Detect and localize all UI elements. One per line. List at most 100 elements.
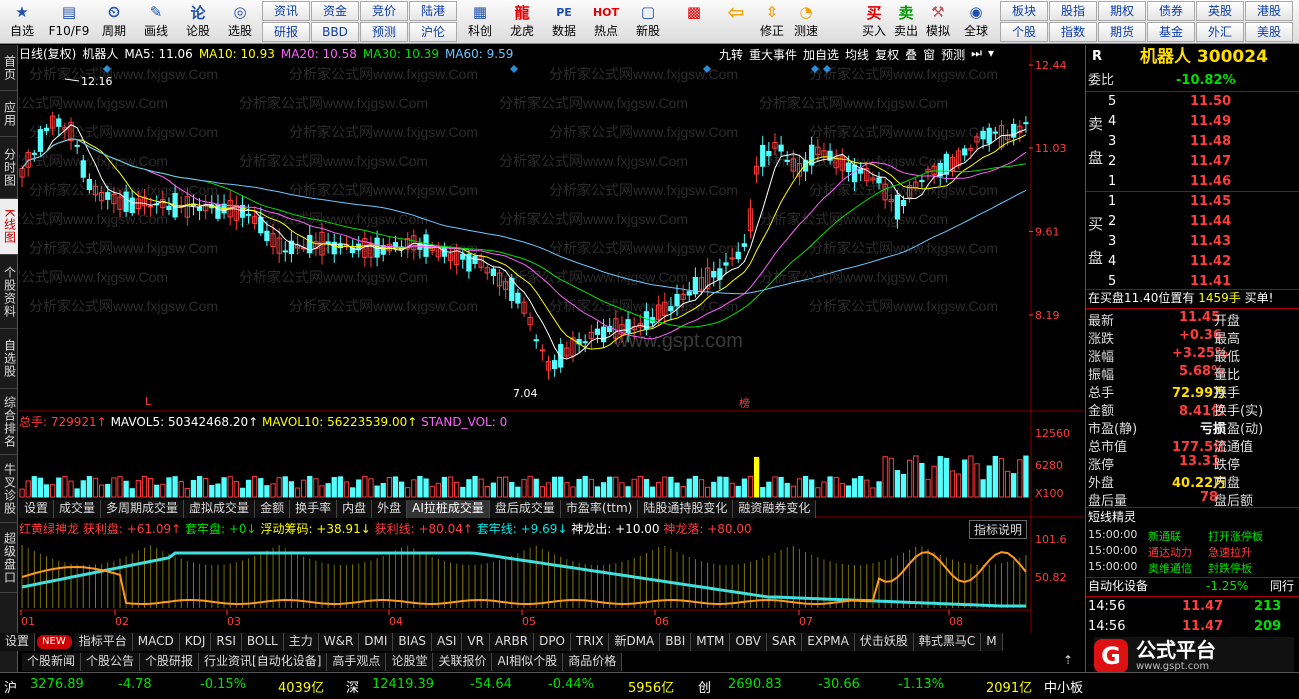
left-tab-apps[interactable]: 应用 bbox=[0, 91, 18, 137]
news-tab-research[interactable]: 个股研报 bbox=[140, 653, 200, 671]
toolbar-fix-button[interactable]: ⇳ 修正 bbox=[756, 1, 788, 42]
sub-tab-amount[interactable]: 金额 bbox=[255, 500, 291, 518]
news-tab-stock-news[interactable]: 个股新闻 bbox=[22, 653, 82, 671]
sub-tab-hk-connect[interactable]: 陆股通持股变化 bbox=[638, 500, 734, 518]
ind-tab-vr[interactable]: VR bbox=[462, 633, 490, 651]
sector-peer-button[interactable]: 同行 bbox=[1270, 577, 1294, 595]
ind-tab-kdj[interactable]: KDJ bbox=[179, 633, 212, 651]
grid-b-5[interactable]: 港股 bbox=[1245, 1, 1293, 21]
collapse-icon[interactable]: ⇡ bbox=[1058, 653, 1078, 671]
expand-icon[interactable]: ⏭ bbox=[971, 46, 982, 63]
left-tab-timeshare[interactable]: 分时图 bbox=[0, 137, 18, 199]
toolbar-draw-button[interactable]: ✎ 画线 bbox=[136, 1, 176, 42]
ind-tab-bias[interactable]: BIAS bbox=[393, 633, 433, 651]
grid-b-3[interactable]: 债券 bbox=[1147, 1, 1195, 21]
toolbar-longhu-button[interactable]: 龍 龙虎 bbox=[502, 1, 542, 42]
sub-tab-virtual[interactable]: 虚拟成交量 bbox=[184, 500, 256, 518]
grid-a-6[interactable]: 预测 bbox=[360, 22, 408, 42]
ind-tab-arbr[interactable]: ARBR bbox=[489, 633, 535, 651]
toolbar-newstock-button[interactable]: ▢ 新股 bbox=[628, 1, 668, 42]
ind-tab-wr[interactable]: W&R bbox=[318, 633, 360, 651]
grid-b-8[interactable]: 期货 bbox=[1098, 22, 1146, 42]
tool-add-watch[interactable]: 加自选 bbox=[803, 46, 839, 63]
ind-tab-boll[interactable]: BOLL bbox=[241, 633, 284, 651]
left-tab-watchlist[interactable]: 自选股 bbox=[0, 329, 18, 389]
tool-forecast[interactable]: 预测 bbox=[941, 46, 965, 63]
left-tab-ranking[interactable]: 综合排名 bbox=[0, 389, 18, 455]
sub-tab-pe[interactable]: 市盈率(ttm) bbox=[560, 500, 639, 518]
sub-tab-inner[interactable]: 内盘 bbox=[337, 500, 373, 518]
sub-tab-turnover[interactable]: 换手率 bbox=[290, 500, 338, 518]
ind-tab-more[interactable]: M bbox=[981, 633, 1003, 651]
ind-tab-rsi[interactable]: RSI bbox=[211, 633, 242, 651]
news-tab-related[interactable]: 关联报价 bbox=[433, 653, 493, 671]
news-tab-commodity[interactable]: 商品价格 bbox=[563, 653, 623, 671]
grid-a-0[interactable]: 资讯 bbox=[262, 1, 310, 21]
grid-a-1[interactable]: 资金 bbox=[311, 1, 359, 21]
board-switch[interactable]: 中小板 bbox=[1044, 677, 1083, 696]
ind-tab-macd[interactable]: MACD bbox=[132, 633, 180, 651]
grid-b-4[interactable]: 英股 bbox=[1196, 1, 1244, 21]
tool-window[interactable]: 窗 bbox=[923, 46, 935, 63]
ind-tab-ambush[interactable]: 伏击妖股 bbox=[854, 633, 914, 651]
ind-tab-trix[interactable]: TRIX bbox=[571, 633, 610, 651]
news-tab-forum[interactable]: 论股堂 bbox=[386, 653, 434, 671]
ind-tab-korean[interactable]: 韩式黑马C bbox=[913, 633, 982, 651]
sub-tab-outer[interactable]: 外盘 bbox=[372, 500, 408, 518]
ind-tab-expma[interactable]: EXPMA bbox=[802, 633, 855, 651]
toolbar-layout-button[interactable]: ▩ bbox=[676, 1, 712, 42]
grid-a-4[interactable]: 研报 bbox=[262, 22, 310, 42]
grid-a-2[interactable]: 竞价 bbox=[360, 1, 408, 21]
left-tab-home[interactable]: 首页 bbox=[0, 45, 18, 91]
ind-tab-main[interactable]: 主力 bbox=[283, 633, 319, 651]
tool-events[interactable]: 重大事件 bbox=[749, 46, 797, 63]
news-tab-notice[interactable]: 个股公告 bbox=[81, 653, 141, 671]
ind-tab-dmi[interactable]: DMI bbox=[359, 633, 394, 651]
left-tab-profile[interactable]: 个股资料 bbox=[0, 255, 18, 329]
grid-b-6[interactable]: 个股 bbox=[1000, 22, 1048, 42]
tool-adjust[interactable]: 复权 bbox=[875, 46, 899, 63]
grid-b-2[interactable]: 期权 bbox=[1098, 1, 1146, 21]
left-tab-kline[interactable]: K线图 bbox=[0, 199, 18, 255]
chart-area[interactable]: 分析家公式网www.fxjgsw.Com 分析家公式网www.fxjgsw.Com… bbox=[19, 45, 1084, 633]
grid-b-7[interactable]: 指数 bbox=[1049, 22, 1097, 42]
ind-tab-obv[interactable]: OBV bbox=[730, 633, 767, 651]
toolbar-zixuan-button[interactable]: ★ 自选 bbox=[2, 1, 42, 42]
grid-a-5[interactable]: BBD bbox=[311, 22, 359, 42]
ind-tab-platform[interactable]: 指标平台 bbox=[73, 633, 133, 651]
toolbar-kechuang-button[interactable]: ▦ 科创 bbox=[460, 1, 500, 42]
toolbar-hot-button[interactable]: HOT 热点 bbox=[586, 1, 626, 42]
news-tab-industry[interactable]: 行业资讯[自动化设备] bbox=[199, 653, 328, 671]
sub-tab-settings[interactable]: 设置 bbox=[19, 500, 55, 518]
toolbar-period-button[interactable]: ⏲ 周期 bbox=[94, 1, 134, 42]
sub-tab-after-hours[interactable]: 盘后成交量 bbox=[489, 500, 561, 518]
news-tab-ai-similar[interactable]: AI相似个股 bbox=[492, 653, 564, 671]
grid-b-9[interactable]: 基金 bbox=[1147, 22, 1195, 42]
grid-a-7[interactable]: 沪伦 bbox=[409, 22, 457, 42]
sub-tab-ai[interactable]: AI拉桩成交量 bbox=[407, 500, 490, 518]
tool-jiuzhuan[interactable]: 九转 bbox=[719, 46, 743, 63]
toolbar-buy-button[interactable]: 买 买入 bbox=[858, 1, 890, 42]
toolbar-data-button[interactable]: PE 数据 bbox=[544, 1, 584, 42]
toolbar-forum-button[interactable]: 论 论股 bbox=[178, 1, 218, 42]
toolbar-back-button[interactable]: ⇦ bbox=[718, 0, 754, 42]
news-tab-expert[interactable]: 高手观点 bbox=[327, 653, 387, 671]
ind-tab-settings[interactable]: 设置 bbox=[0, 633, 36, 651]
ind-tab-bbi[interactable]: BBI bbox=[660, 633, 692, 651]
sub-tab-volume[interactable]: 成交量 bbox=[54, 500, 102, 518]
ind-tab-asi[interactable]: ASI bbox=[432, 633, 463, 651]
ind-tab-mtm[interactable]: MTM bbox=[691, 633, 731, 651]
ind-tab-newdma[interactable]: 新DMA bbox=[609, 633, 661, 651]
grid-b-1[interactable]: 股指 bbox=[1049, 1, 1097, 21]
indicator-explain-button[interactable]: 指标说明 bbox=[969, 520, 1028, 539]
toolbar-f10-button[interactable]: ▤ F10/F9 bbox=[44, 1, 94, 42]
toolbar-sell-button[interactable]: 卖 卖出 bbox=[890, 1, 922, 42]
dropdown-icon[interactable]: ▾ bbox=[988, 46, 994, 63]
toolbar-sim-button[interactable]: ⚒ 模拟 bbox=[922, 1, 954, 42]
tool-ma[interactable]: 均线 bbox=[845, 46, 869, 63]
grid-b-10[interactable]: 外汇 bbox=[1196, 22, 1244, 42]
grid-b-0[interactable]: 板块 bbox=[1000, 1, 1048, 21]
grid-b-11[interactable]: 美股 bbox=[1245, 22, 1293, 42]
tool-overlay[interactable]: 叠 bbox=[905, 46, 917, 63]
toolbar-select-button[interactable]: ◎ 选股 bbox=[220, 1, 260, 42]
